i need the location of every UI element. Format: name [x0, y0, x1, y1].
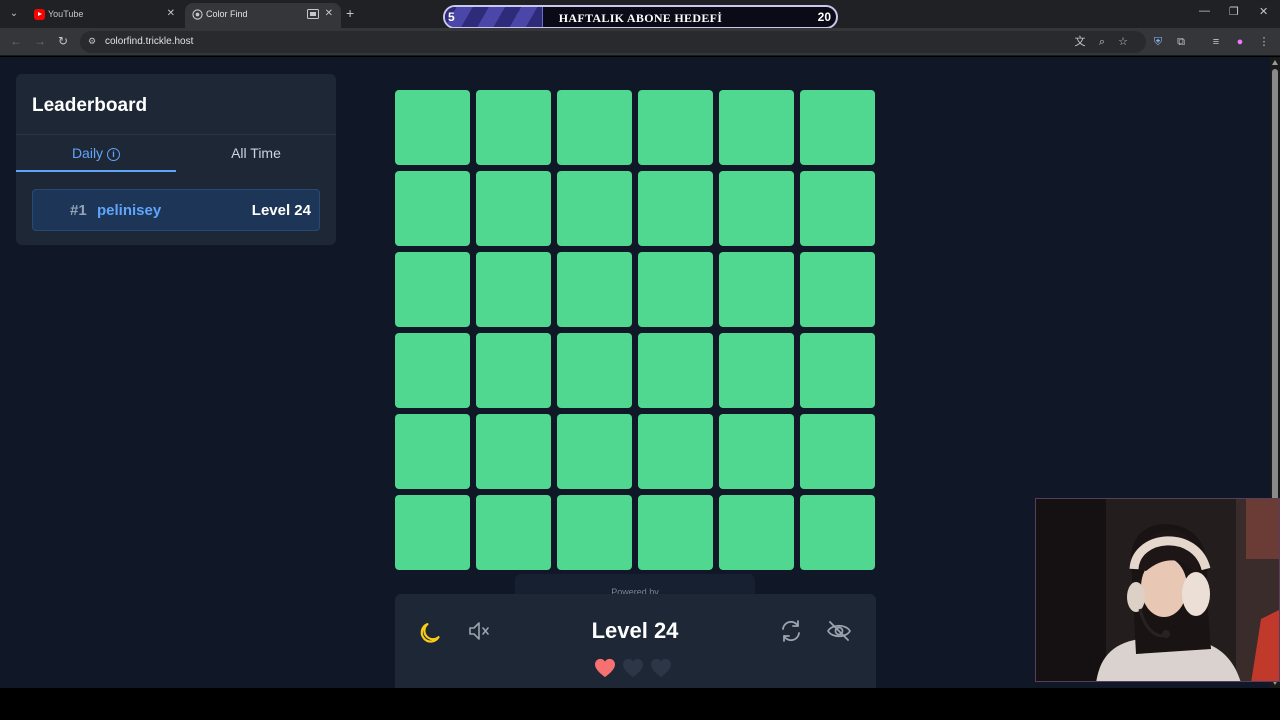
tab-youtube[interactable]: YouTube ✕: [27, 3, 183, 28]
new-tab-button[interactable]: +: [346, 5, 354, 21]
url-text[interactable]: colorfind.trickle.host: [105, 36, 193, 47]
grid-tile[interactable]: [719, 495, 794, 570]
info-icon[interactable]: i: [107, 148, 121, 161]
tab-color-find[interactable]: Color Find ✕: [185, 3, 341, 28]
grid-tile[interactable]: [395, 414, 470, 489]
browser-toolbar: ← → ↻ ⚙ colorfind.trickle.host 文 ⌕ ☆ ⛨ ⧉…: [0, 28, 1280, 56]
leaderboard-entry: #1 pelinisey Level 24: [32, 189, 320, 231]
grid-tile[interactable]: [395, 333, 470, 408]
powered-by-badge[interactable]: Powered by: [515, 574, 755, 596]
media-control-icon[interactable]: ≡: [1209, 35, 1223, 49]
media-indicator-icon[interactable]: [307, 9, 319, 19]
grid-tile[interactable]: [638, 333, 713, 408]
game-control-panel: Level 24: [395, 594, 876, 688]
leaderboard-panel: Leaderboard Daily i All Time #1 pelinisey…: [16, 74, 336, 245]
grid-tile[interactable]: [719, 90, 794, 165]
eye-off-icon[interactable]: [824, 616, 854, 646]
grid-tile[interactable]: [557, 495, 632, 570]
tab-search-icon[interactable]: ⌄: [6, 6, 22, 22]
goal-label: HAFTALIK ABONE HEDEFİ: [558, 11, 723, 25]
more-menu-icon[interactable]: ⋮: [1257, 35, 1271, 49]
grid-tile[interactable]: [476, 90, 551, 165]
grid-tile[interactable]: [638, 414, 713, 489]
close-tab-icon[interactable]: ✕: [325, 8, 333, 19]
grid-tile[interactable]: [476, 495, 551, 570]
grid-tile[interactable]: [395, 171, 470, 246]
tab-all-time[interactable]: All Time: [176, 134, 336, 172]
grid-tile[interactable]: [719, 252, 794, 327]
grid-tile[interactable]: [557, 90, 632, 165]
scroll-up-icon[interactable]: [1272, 60, 1278, 65]
grid-tile[interactable]: [395, 90, 470, 165]
translate-icon[interactable]: 文: [1073, 35, 1087, 49]
grid-tile[interactable]: [557, 171, 632, 246]
tab-all-time-label: All Time: [231, 145, 281, 161]
browser-tab-strip: ⌄ YouTube ✕ Color Find ✕ + 5 HAFTALIK AB…: [0, 0, 1280, 29]
grid-tile[interactable]: [800, 252, 875, 327]
grid-tile[interactable]: [638, 171, 713, 246]
grid-tile[interactable]: [800, 414, 875, 489]
heart-empty-icon: [651, 658, 671, 678]
screen: ⌄ YouTube ✕ Color Find ✕ + 5 HAFTALIK AB…: [0, 0, 1280, 720]
grid-tile[interactable]: [476, 171, 551, 246]
reload-icon[interactable]: ↻: [58, 34, 68, 48]
streamer-webcam-image: [1036, 499, 1279, 681]
webcam-overlay: [1035, 498, 1280, 682]
tab-daily[interactable]: Daily i: [16, 134, 176, 172]
zoom-icon[interactable]: ⌕: [1095, 35, 1109, 49]
close-window-icon[interactable]: ✕: [1259, 5, 1268, 18]
leaderboard-title: Leaderboard: [32, 95, 148, 116]
bookmark-star-icon[interactable]: ☆: [1116, 35, 1130, 49]
restore-icon[interactable]: ❐: [1229, 5, 1239, 18]
entry-level: Level 24: [251, 202, 311, 219]
heart-empty-icon: [623, 658, 643, 678]
goal-target: 20: [817, 10, 831, 24]
site-info-icon[interactable]: ⚙: [88, 36, 100, 48]
grid-tile[interactable]: [719, 171, 794, 246]
grid-tile[interactable]: [800, 495, 875, 570]
color-find-favicon-icon: [192, 9, 203, 20]
tab-title: YouTube: [48, 9, 84, 19]
grid-tile[interactable]: [638, 495, 713, 570]
bottom-band: [0, 688, 1280, 720]
grid-tile[interactable]: [800, 171, 875, 246]
grid-tile[interactable]: [476, 333, 551, 408]
extension-icon[interactable]: ⛨: [1151, 35, 1165, 49]
back-icon[interactable]: ←: [10, 34, 22, 48]
grid-tile[interactable]: [719, 333, 794, 408]
address-bar[interactable]: ⚙ colorfind.trickle.host: [80, 31, 1146, 53]
lives-indicator: [594, 658, 684, 680]
grid-tile[interactable]: [638, 252, 713, 327]
entry-rank: #1: [70, 202, 87, 219]
close-tab-icon[interactable]: ✕: [167, 8, 175, 19]
grid-tile[interactable]: [557, 414, 632, 489]
grid-tile[interactable]: [395, 252, 470, 327]
tab-title: Color Find: [206, 9, 248, 19]
heart-full-icon: [595, 658, 615, 678]
grid-tile[interactable]: [395, 495, 470, 570]
profile-avatar-icon[interactable]: ●: [1233, 35, 1247, 49]
grid-tile[interactable]: [800, 90, 875, 165]
entry-name[interactable]: pelinisey: [97, 202, 161, 219]
extensions-puzzle-icon[interactable]: ⧉: [1174, 35, 1188, 49]
grid-tile[interactable]: [557, 252, 632, 327]
grid-tile[interactable]: [557, 333, 632, 408]
scrollbar-thumb[interactable]: [1272, 69, 1278, 554]
grid-tile[interactable]: [800, 333, 875, 408]
restart-icon[interactable]: [776, 616, 806, 646]
forward-icon[interactable]: →: [34, 34, 46, 48]
tab-daily-label: Daily: [71, 145, 104, 161]
subscriber-goal-overlay: 5 HAFTALIK ABONE HEDEFİ 20: [443, 5, 838, 29]
grid-tile[interactable]: [719, 414, 794, 489]
grid-tile[interactable]: [638, 90, 713, 165]
youtube-favicon-icon: [34, 9, 45, 20]
grid-tile[interactable]: [476, 414, 551, 489]
grid-tile[interactable]: [476, 252, 551, 327]
minimize-icon[interactable]: —: [1199, 5, 1210, 17]
color-grid: [395, 90, 875, 570]
